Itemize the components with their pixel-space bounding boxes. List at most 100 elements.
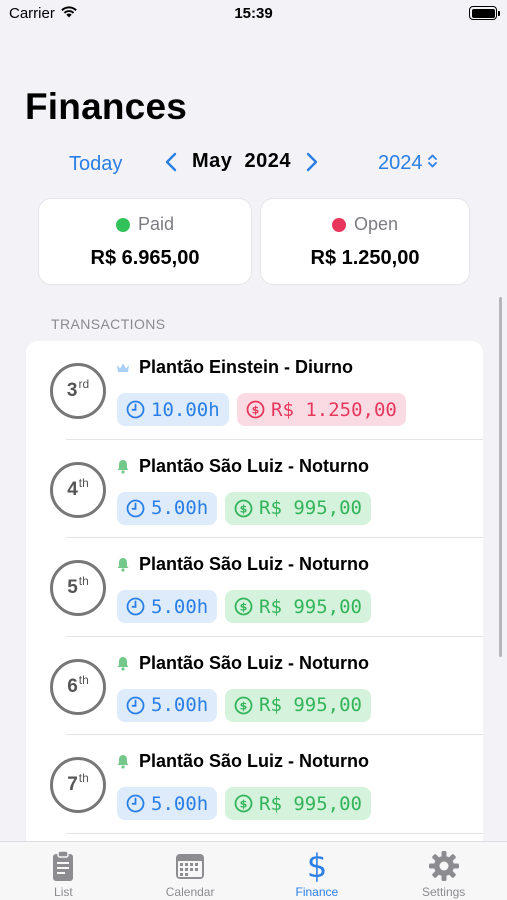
chevron-up-down-icon xyxy=(427,152,438,175)
bell-icon xyxy=(115,557,131,573)
hours-pill: 5.00h xyxy=(117,491,218,525)
paid-label: Paid xyxy=(137,214,175,234)
amount-value: R$ 995,00 xyxy=(259,792,362,815)
day-suffix: th xyxy=(78,574,89,588)
hours-pill: 5.00h xyxy=(117,590,218,623)
dollar-circle-icon: $ xyxy=(234,696,253,715)
transaction-title: Plantão São Luiz - Noturno xyxy=(139,554,369,574)
amount-value: R$ 995,00 xyxy=(259,694,362,716)
clock-icon xyxy=(126,400,145,419)
amount-pill: $ R$ 995,00 xyxy=(225,787,371,820)
amount-pill: $ R$ 995,00 xyxy=(225,491,371,525)
tab-bar: List Calendar $ Finance Settings xyxy=(0,841,507,900)
transaction-row[interactable]: 4th Plantão São Luiz - Noturno 5.00h $ R$ 99… xyxy=(26,440,483,538)
page-title: Finances xyxy=(25,86,187,127)
open-total: R$ 1.250,00 xyxy=(310,247,420,269)
amount-pill: $ R$ 995,00 xyxy=(225,688,371,722)
hours-value: 10.00h xyxy=(151,398,220,421)
svg-text:$: $ xyxy=(252,404,260,417)
open-status-dot xyxy=(331,217,346,232)
tab-settings[interactable]: Settings xyxy=(380,842,507,900)
svg-text:$: $ xyxy=(240,601,248,614)
day-number: 4 xyxy=(67,478,78,500)
transaction-title: Plantão São Luiz - Noturno xyxy=(139,455,369,476)
day-number: 6 xyxy=(67,675,78,697)
month-name: May xyxy=(192,150,233,172)
transaction-header: Plantão Einstein - Diurno xyxy=(115,357,353,378)
transaction-header: Plantão São Luiz - Noturno xyxy=(115,653,369,674)
hours-value: 5.00h xyxy=(151,595,209,618)
day-suffix: rd xyxy=(78,377,90,391)
amount-pill: $ R$ 1.250,00 xyxy=(237,393,406,426)
hours-pill: 5.00h xyxy=(117,787,218,820)
amount-value: R$ 1.250,00 xyxy=(271,398,397,421)
transaction-row[interactable]: 6th Plantão São Luiz - Noturno 5.00h $ R$ 99… xyxy=(26,637,483,735)
dollar-circle-icon: $ xyxy=(234,499,253,518)
tab-label: Calendar xyxy=(165,885,215,899)
tab-calendar[interactable]: Calendar xyxy=(127,842,254,900)
clock-icon xyxy=(126,499,145,518)
day-badge: 7th xyxy=(50,757,106,813)
open-card-header: Open xyxy=(261,214,469,235)
paid-total: R$ 6.965,00 xyxy=(90,247,200,269)
transactions-section-label: TRANSACTIONS xyxy=(51,316,166,332)
clock-icon xyxy=(126,597,145,616)
crown-icon xyxy=(115,360,131,376)
dollar-icon: $ xyxy=(306,849,328,883)
amount-value: R$ 995,00 xyxy=(259,497,362,519)
dollar-circle-icon: $ xyxy=(246,400,265,419)
open-summary-card: Open R$ 1.250,00 xyxy=(261,199,469,284)
day-number: 5 xyxy=(67,577,78,598)
paid-card-header: Paid xyxy=(39,214,251,235)
tab-list[interactable]: List xyxy=(0,842,127,900)
hours-value: 5.00h xyxy=(151,497,209,519)
paid-status-dot xyxy=(115,217,130,232)
transaction-header: Plantão São Luiz - Noturno xyxy=(115,456,369,477)
dollar-circle-icon: $ xyxy=(234,794,253,813)
gear-icon xyxy=(428,849,460,883)
transaction-header: Plantão São Luiz - Noturno xyxy=(115,751,369,772)
status-time: 15:39 xyxy=(234,5,273,22)
today-button[interactable]: Today xyxy=(69,153,122,176)
transaction-row[interactable]: 3rd Plantão Einstein - Diurno 10.00h $ R$ 1.… xyxy=(26,341,483,440)
day-badge: 4th xyxy=(50,461,106,518)
clock-icon xyxy=(126,794,145,813)
bell-icon xyxy=(115,458,131,474)
month-navigation: Today May 2024 2024 xyxy=(0,150,507,180)
hours-value: 5.00h xyxy=(151,792,209,815)
calendar-icon xyxy=(175,849,205,883)
day-suffix: th xyxy=(78,475,89,490)
bell-icon xyxy=(115,655,131,671)
row-divider xyxy=(66,832,483,834)
svg-text:$: $ xyxy=(240,502,248,515)
day-suffix: th xyxy=(78,672,89,687)
tab-label: Settings xyxy=(421,885,466,899)
chevron-left-icon[interactable] xyxy=(164,152,178,172)
svg-text:$: $ xyxy=(240,798,248,811)
tab-label: Finance xyxy=(295,885,339,899)
status-bar: Carrier 15:39 xyxy=(0,0,507,30)
day-badge: 3rd xyxy=(50,363,106,419)
chevron-right-icon[interactable] xyxy=(305,152,319,172)
battery-icon xyxy=(469,6,500,20)
amount-pill: $ R$ 995,00 xyxy=(225,590,371,623)
tab-finance[interactable]: $ Finance xyxy=(254,842,381,900)
transaction-title: Plantão São Luiz - Noturno xyxy=(139,652,369,673)
current-month-label: May 2024 xyxy=(188,150,295,173)
tab-label: List xyxy=(54,885,73,899)
month-selector: May 2024 xyxy=(164,150,319,173)
year-picker[interactable]: 2024 xyxy=(378,152,438,175)
transaction-row[interactable]: 5th Plantão São Luiz - Noturno 5.00h $ R$ 99… xyxy=(26,538,483,637)
svg-text:$: $ xyxy=(240,699,248,712)
transaction-title: Plantão Einstein - Diurno xyxy=(139,357,354,377)
paid-summary-card: Paid R$ 6.965,00 xyxy=(39,199,251,284)
scrollbar[interactable] xyxy=(499,297,502,657)
day-badge: 5th xyxy=(50,560,106,616)
transaction-row[interactable]: 7th Plantão São Luiz - Noturno 5.00h $ R$ 99… xyxy=(26,735,483,834)
hours-pill: 5.00h xyxy=(117,688,218,722)
transaction-title: Plantão São Luiz - Noturno xyxy=(139,751,369,771)
hours-value: 5.00h xyxy=(151,694,209,716)
year-picker-label: 2024 xyxy=(378,152,423,174)
month-year: 2024 xyxy=(244,150,292,172)
svg-text:$: $ xyxy=(307,849,327,883)
